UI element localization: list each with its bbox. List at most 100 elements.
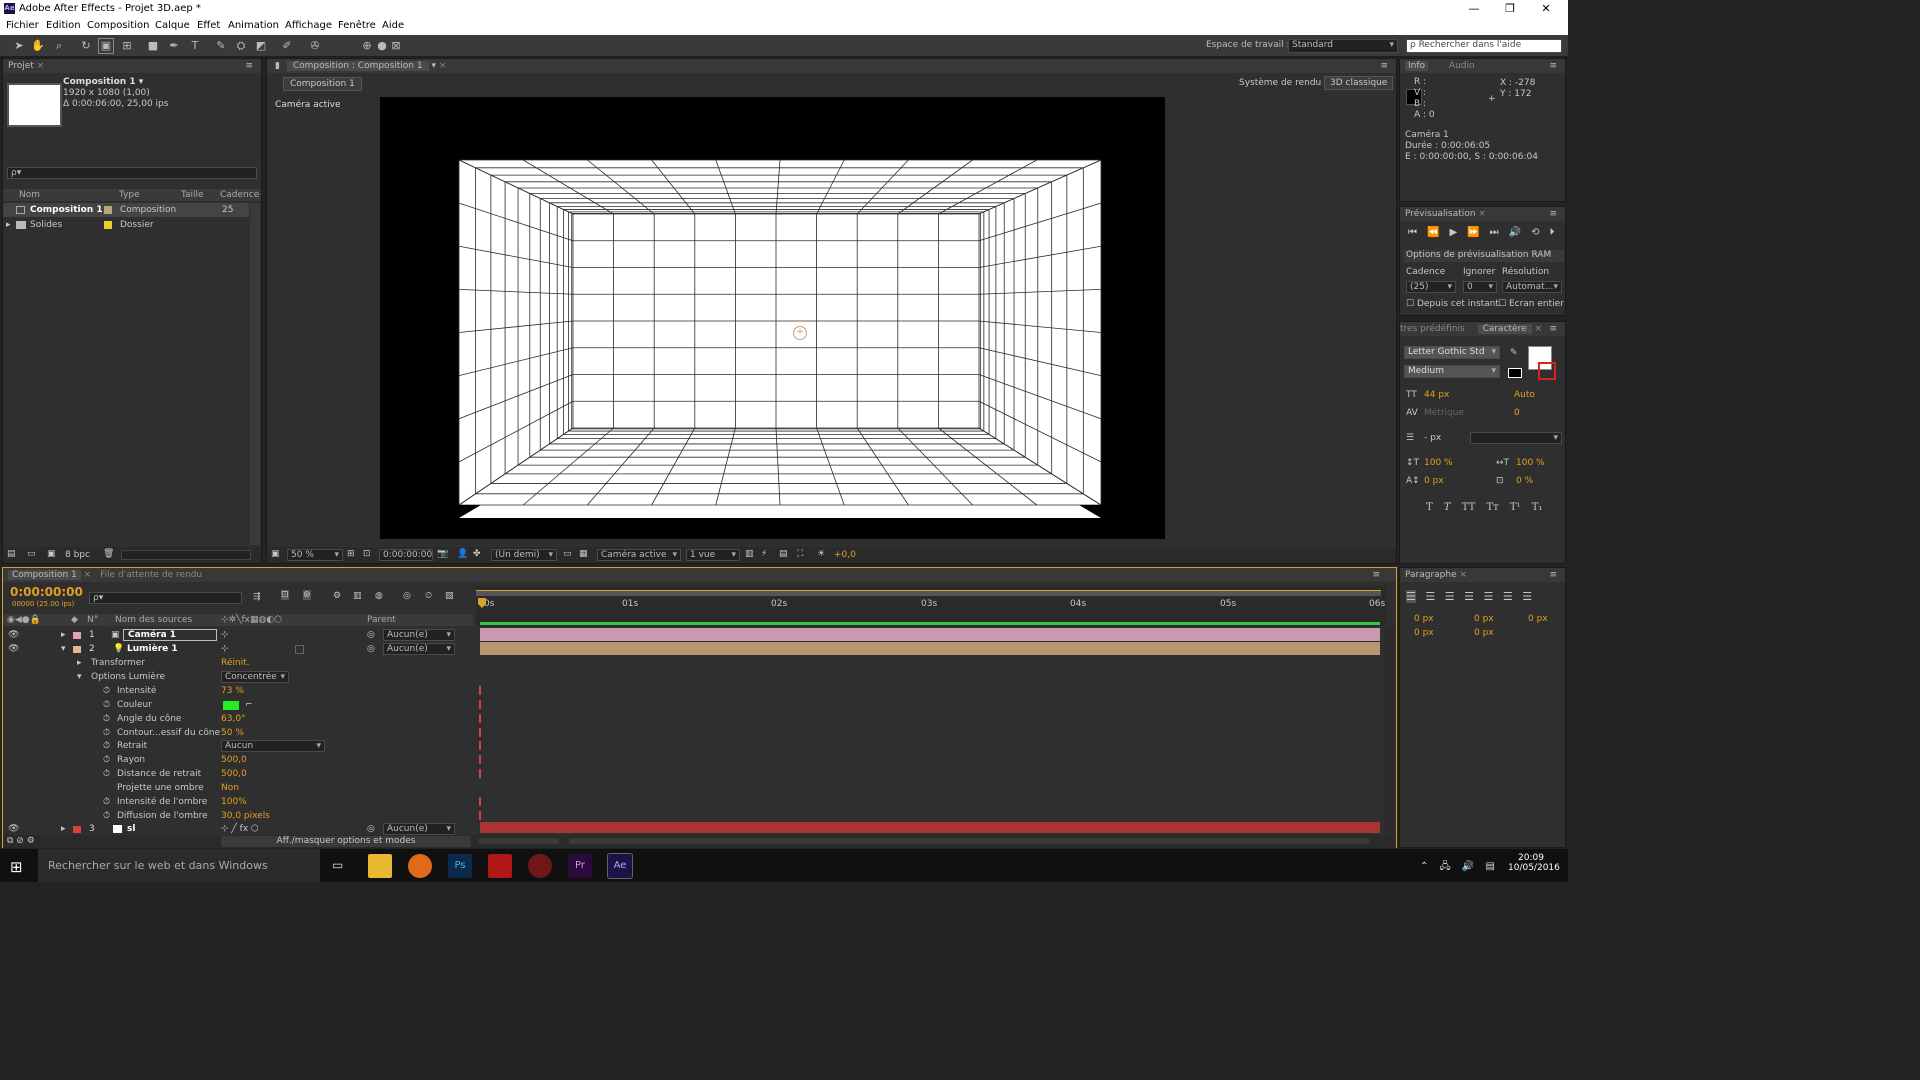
- panel-menu-icon[interactable]: ≡: [1549, 322, 1557, 336]
- motion-blur-icon[interactable]: ▥: [353, 591, 362, 601]
- orbit-camera-tool-icon[interactable]: ▣: [98, 38, 114, 54]
- tab-audio[interactable]: Audio: [1449, 61, 1475, 71]
- keyframe-marker[interactable]: [479, 741, 481, 751]
- toggle-switches-modes-button[interactable]: Aff./masquer options et modes: [221, 836, 471, 847]
- comp-subtab[interactable]: Composition 1: [283, 77, 362, 91]
- zoom-tool-icon[interactable]: ⌕: [52, 39, 66, 53]
- stroke-color-swatch[interactable]: [1538, 362, 1556, 380]
- faux-bold-button[interactable]: T: [1426, 502, 1433, 513]
- project-item-composition[interactable]: Composition 1 Composition 25: [3, 203, 249, 217]
- first-frame-icon[interactable]: ⏮: [1408, 227, 1427, 238]
- timeline-icon[interactable]: ▤: [779, 549, 788, 559]
- local-axis-mode-icon[interactable]: ⊕: [360, 39, 374, 53]
- stopwatch-icon[interactable]: ⏱: [103, 753, 110, 767]
- lock-icon[interactable]: ▮: [275, 61, 280, 71]
- keyframe-marker[interactable]: [479, 685, 481, 695]
- timeline-search-input[interactable]: ρ▾: [89, 592, 242, 604]
- tab-projet[interactable]: Projet × ≡: [3, 59, 261, 73]
- kerning-value[interactable]: Métrique: [1424, 408, 1464, 418]
- snapshot-icon[interactable]: 📷: [437, 549, 448, 559]
- trash-icon[interactable]: 🗑: [103, 549, 114, 559]
- tab-composition-viewer[interactable]: Composition : Composition 1: [286, 61, 429, 71]
- comp-dropdown-icon[interactable]: ▾: [431, 61, 436, 71]
- black-swatch[interactable]: [1508, 368, 1522, 378]
- timeline-vscroll[interactable]: [1384, 628, 1394, 833]
- panel-menu-icon[interactable]: ≡: [1380, 59, 1388, 73]
- justify-center-icon[interactable]: ☰: [1484, 590, 1494, 603]
- stopwatch-icon[interactable]: ⏱: [103, 712, 110, 726]
- channels-icon[interactable]: ✤: [473, 549, 481, 559]
- clock[interactable]: 20:09 10/05/2016: [1508, 853, 1560, 873]
- shy-switch-icon[interactable]: ⊹: [221, 628, 229, 642]
- font-family-select[interactable]: Letter Gothic Std: [1404, 346, 1500, 359]
- visibility-eye-icon[interactable]: 👁: [8, 822, 19, 836]
- tab-effects-presets[interactable]: tres prédéfinis: [1400, 324, 1465, 334]
- zoom-slider[interactable]: [479, 838, 559, 844]
- property-select[interactable]: Concentrée: [221, 670, 289, 683]
- stopwatch-icon[interactable]: ⏱: [103, 767, 110, 781]
- space-before-value[interactable]: 0 px: [1414, 628, 1434, 638]
- close-button[interactable]: ✕: [1536, 2, 1556, 15]
- tsume-value[interactable]: 0 %: [1516, 476, 1533, 486]
- label-color-swatch[interactable]: [104, 221, 112, 229]
- panel-menu-icon[interactable]: ≡: [1549, 207, 1557, 221]
- justify-left-icon[interactable]: ☰: [1464, 590, 1474, 603]
- help-search-input[interactable]: ρ Rechercher dans l'aide: [1406, 39, 1562, 53]
- stopwatch-icon[interactable]: ⏱: [103, 739, 110, 753]
- property-row[interactable]: ⏱ Couleur ⌐: [3, 698, 473, 712]
- windows-start-icon[interactable]: ⊞: [10, 858, 23, 876]
- menu-animation[interactable]: Animation: [228, 20, 279, 31]
- stopwatch-icon[interactable]: ⏱: [103, 809, 110, 823]
- project-item-solides[interactable]: ▸ Solides Dossier: [3, 218, 249, 232]
- subscript-button[interactable]: T₁: [1532, 502, 1543, 513]
- time-ruler[interactable]: 0s 01s 02s 03s 04s 05s 06s: [476, 586, 1386, 626]
- next-frame-icon[interactable]: ⏩: [1467, 227, 1489, 238]
- align-left-icon[interactable]: ☰: [1406, 590, 1416, 603]
- indent-left-value[interactable]: 0 px: [1414, 614, 1434, 624]
- keyframe-marker[interactable]: [479, 727, 481, 737]
- task-view-icon[interactable]: ▭: [332, 858, 343, 872]
- audio-icon[interactable]: 🔊: [1509, 227, 1531, 238]
- collapse-arrow-icon[interactable]: ▾: [77, 670, 82, 684]
- workspace-select[interactable]: Standard: [1288, 39, 1398, 53]
- tab-paragraph[interactable]: Paragraphe: [1405, 570, 1457, 580]
- pick-whip-icon[interactable]: ◎: [367, 642, 375, 656]
- col-parent[interactable]: Parent: [367, 615, 396, 625]
- menu-calque[interactable]: Calque: [155, 20, 190, 31]
- region-of-interest-icon[interactable]: ▭: [563, 549, 572, 559]
- col-source-name[interactable]: Nom des sources: [115, 615, 192, 625]
- stroke-style-select[interactable]: [1470, 432, 1562, 444]
- safe-zones-icon[interactable]: ⊡: [363, 549, 371, 559]
- align-right-icon[interactable]: ☰: [1445, 590, 1455, 603]
- hand-tool-icon[interactable]: ✋: [31, 39, 45, 53]
- panel-menu-icon[interactable]: ≡: [1372, 568, 1380, 582]
- space-after-value[interactable]: 0 px: [1474, 628, 1494, 638]
- indent-right-value[interactable]: 0 px: [1474, 614, 1494, 624]
- justify-all-icon[interactable]: ☰: [1522, 590, 1532, 603]
- keyframe-marker[interactable]: [479, 810, 481, 820]
- pick-whip-icon[interactable]: ◎: [367, 822, 375, 836]
- prev-frame-icon[interactable]: ⏪: [1427, 227, 1449, 238]
- comp-name[interactable]: Composition 1 ▾: [63, 77, 143, 87]
- layer-bar-camera[interactable]: [480, 628, 1380, 641]
- color-swatch[interactable]: [223, 700, 239, 710]
- renderer-button[interactable]: 3D classique: [1324, 76, 1394, 90]
- new-composition-icon[interactable]: ▣: [47, 549, 56, 559]
- layer-label-swatch[interactable]: [73, 646, 81, 653]
- layer-row-camera[interactable]: 👁 ▸ 1 ▣ Caméra 1 ⊹ ◎ Aucun(e): [3, 628, 473, 642]
- keyframe-marker[interactable]: [479, 699, 481, 709]
- menu-edition[interactable]: Edition: [46, 20, 81, 31]
- keyframe-marker[interactable]: [479, 769, 481, 779]
- footer-toggle-icons[interactable]: ⧉ ⊘ ⚙: [7, 836, 35, 846]
- eyedropper-icon[interactable]: ⌐: [245, 698, 253, 712]
- keyframe-marker[interactable]: [479, 797, 481, 806]
- premiere-icon[interactable]: Pr: [568, 854, 592, 878]
- tab-composition-timeline[interactable]: Composition 1: [8, 570, 81, 580]
- parent-select[interactable]: Aucun(e): [383, 629, 455, 641]
- property-row[interactable]: ⏱ Diffusion de l'ombre 30,0 pixels: [3, 809, 473, 823]
- property-select[interactable]: Aucun: [221, 740, 325, 753]
- photoshop-icon[interactable]: Ps: [448, 854, 472, 878]
- col-taille[interactable]: Taille: [181, 190, 204, 200]
- gpu-z-icon[interactable]: [488, 854, 512, 878]
- stopwatch-icon[interactable]: ⏱: [103, 795, 110, 809]
